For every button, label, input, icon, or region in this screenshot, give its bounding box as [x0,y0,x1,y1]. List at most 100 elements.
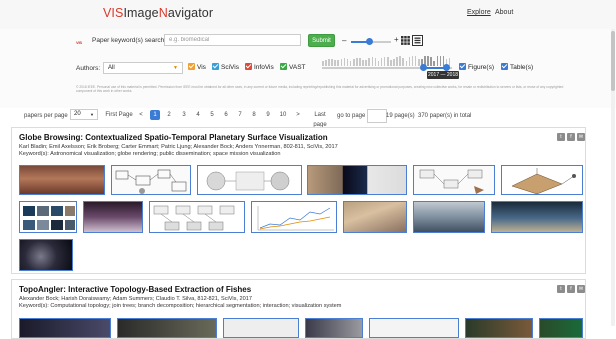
venue-vast-label: VAST [289,64,306,71]
goto-page-input[interactable] [367,109,387,123]
year-range-start-handle[interactable] [419,64,427,71]
figure-thumbnail[interactable] [19,201,77,233]
last-page-button[interactable]: Last page [307,110,333,128]
figure-plot [206,171,290,191]
histogram-bar [362,60,364,66]
page-button-6[interactable]: 6 [222,110,230,120]
histogram-bar [405,61,408,66]
zoom-out-icon[interactable]: – [342,36,346,45]
goto-page-label: go to page [337,113,366,119]
figure-thumbnail[interactable] [149,201,245,233]
year-range-slider[interactable] [322,64,452,71]
total-pages-label: 19 page(s) [386,113,415,119]
table-label: Table(s) [510,64,534,71]
papers-per-page-select[interactable]: 20 ▼ [70,109,98,120]
paper-authors: Alexander Bock; Harish Doraiswamy; Adam … [19,296,252,302]
figure-thumbnail[interactable] [197,165,302,195]
figure-diagram [153,205,235,231]
first-page-button[interactable]: First Page [105,110,133,120]
twitter-icon[interactable]: t [557,133,565,141]
brand-logo[interactable]: VISImageNavigator [103,6,213,20]
venue-infovis-label: InfoVis [254,64,274,71]
next-page-button[interactable]: > [294,110,302,120]
figure-thumbnail[interactable] [19,239,73,271]
page-button-9[interactable]: 9 [264,110,272,120]
histogram-bar [383,57,386,66]
thumbnail-size-handle[interactable] [366,38,373,45]
email-icon[interactable]: ✉ [577,133,585,141]
histogram-bar [430,57,432,66]
paper-title[interactable]: TopoAngler: Interactive Topology-Based E… [19,285,251,294]
histogram-bar [408,57,411,66]
paper-authors: Karl Bladin; Emil Axelsson; Erik Broberg… [19,144,338,150]
figure-thumbnail[interactable] [465,318,533,338]
page-button-10[interactable]: 10 [278,110,288,120]
brand-image: Image [123,6,159,20]
email-icon[interactable]: ✉ [577,285,585,293]
histogram-bar [399,56,401,66]
prev-page-button[interactable]: < [137,110,145,120]
scrollbar-thumb[interactable] [611,31,615,91]
paper-card: Globe Browsing: Contextualized Spatio-Te… [11,127,586,274]
page-button-1[interactable]: 1 [150,110,160,120]
figure-thumbnail[interactable] [501,165,583,195]
venue-checkbox-scivis[interactable]: SciVis [212,63,239,72]
authors-select[interactable]: All ▼ [103,62,183,74]
nav-explore[interactable]: Explore [467,9,491,16]
figure-thumbnail[interactable] [343,201,407,233]
figure-thumbnail[interactable] [19,165,105,195]
figure-thumbnail[interactable] [491,201,583,233]
figure-thumbnail[interactable] [539,318,583,338]
vis-logo-icon: VIS [76,40,82,45]
grid-view-icon[interactable] [401,36,410,45]
pagination-bar: papers per page 20 ▼ First Page < 1 2 3 4… [0,108,616,128]
facebook-icon[interactable]: f [567,133,575,141]
venue-checkbox-vast[interactable]: VAST [280,63,306,72]
paper-title[interactable]: Globe Browsing: Contextualized Spatio-Te… [19,133,328,142]
figure-thumbnail[interactable] [413,165,495,195]
facebook-icon[interactable]: f [567,285,575,293]
figure-thumbnail[interactable] [305,318,363,338]
figure-thumbnail[interactable] [19,318,111,338]
figure-thumbnail[interactable] [117,318,217,338]
checkbox-vast-icon [280,63,287,70]
figure-thumbnail[interactable] [307,165,407,195]
venue-checkbox-vis[interactable]: Vis [188,63,206,72]
paper-keywords: Keyword(s): Computational topology; join… [19,303,342,309]
page-button-2[interactable]: 2 [165,110,173,120]
histogram-bar [331,59,333,66]
zoom-in-icon[interactable]: + [394,35,399,44]
figure-label: Figure(s) [468,64,495,71]
keyword-search-input[interactable] [164,34,301,46]
histogram-bar [411,56,414,66]
checkbox-figure-icon [459,63,466,70]
paper-card: TopoAngler: Interactive Topology-Based E… [11,279,586,339]
histogram-bar [371,57,374,66]
brand-n: N [158,6,168,20]
page-button-5[interactable]: 5 [208,110,216,120]
histogram-bar [387,57,389,66]
page-button-8[interactable]: 8 [250,110,258,120]
figure-thumbnail[interactable] [83,201,143,233]
year-histogram [322,56,452,66]
histogram-bar [325,60,327,66]
page-button-7[interactable]: 7 [236,110,244,120]
list-view-icon[interactable] [412,35,423,46]
figure-thumbnail[interactable] [111,165,191,195]
figure-thumbnail[interactable] [369,318,459,338]
checkbox-infovis-icon [245,63,252,70]
figure-thumbnail[interactable] [413,201,485,233]
page-button-4[interactable]: 4 [194,110,202,120]
figure-thumbnail[interactable] [223,318,299,338]
table-checkbox[interactable]: Table(s) [501,63,533,72]
figure-checkbox[interactable]: Figure(s) [459,63,494,72]
figure-thumbnail[interactable] [251,201,337,233]
twitter-icon[interactable]: t [557,285,565,293]
page-scrollbar[interactable] [611,29,615,326]
nav-about[interactable]: About [495,9,513,16]
page-button-3[interactable]: 3 [180,110,188,120]
venue-checkbox-infovis[interactable]: InfoVis [245,63,274,72]
submit-button[interactable]: Submit [308,34,335,47]
histogram-bar [427,56,429,66]
thumbnail-size-slider[interactable] [351,38,391,45]
